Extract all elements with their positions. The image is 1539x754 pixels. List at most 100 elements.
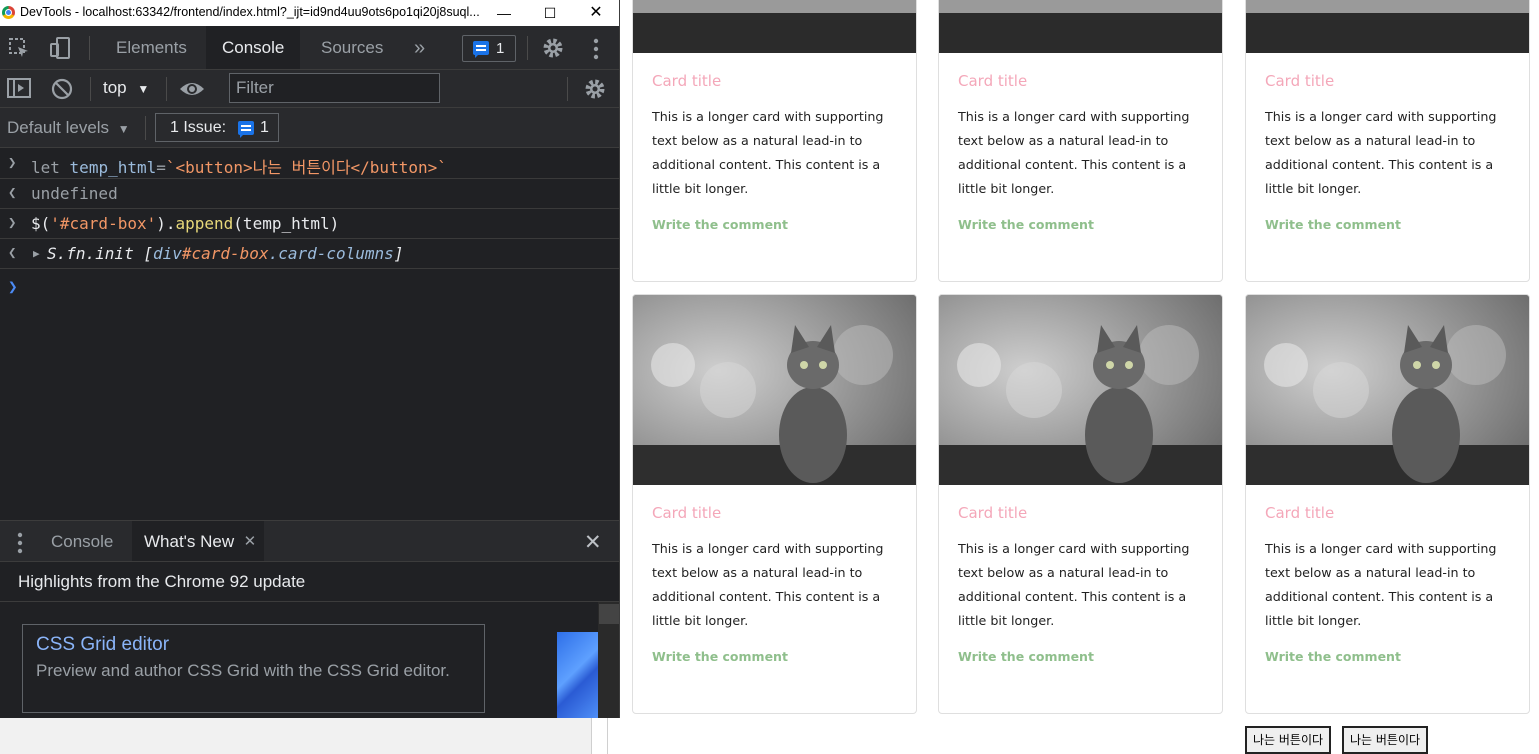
write-comment-link[interactable]: Write the comment — [1265, 217, 1510, 232]
card-text: This is a longer card with supporting te… — [958, 541, 1190, 628]
log-levels-label: Default levels — [7, 118, 110, 137]
devtools-titlebar[interactable]: DevTools - localhost:63342/frontend/inde… — [0, 0, 619, 26]
console-settings-gear-icon[interactable] — [583, 77, 607, 106]
card: Card title This is a longer card with su… — [1245, 294, 1530, 714]
levels-toolbar: Default levels ▼ 1 Issue: 1 — [0, 108, 619, 148]
context-select[interactable]: top ▼ — [103, 78, 149, 98]
card-text: This is a longer card with supporting te… — [652, 541, 884, 628]
drawer-tab-console[interactable]: Console — [39, 521, 125, 561]
issues-count: 1 — [496, 40, 505, 57]
code-operator: = — [156, 158, 166, 177]
card-text: This is a longer card with supporting te… — [1265, 541, 1497, 628]
console-result-line[interactable]: ❮ ▶ S.fn.init [div#card-box.card-columns… — [0, 239, 619, 269]
message-icon — [473, 41, 489, 58]
write-comment-link[interactable]: Write the comment — [652, 217, 897, 232]
card-image-cat — [633, 0, 916, 53]
card: Card title This is a longer card with su… — [1245, 0, 1530, 282]
console-toolbar: top ▼ — [0, 70, 619, 108]
card-title: Card title — [652, 504, 722, 522]
card-image-cat — [1246, 0, 1529, 53]
maximize-button[interactable]: ☐ — [527, 0, 573, 26]
code-string: '#card-box' — [50, 214, 157, 233]
code-variable: temp_html — [69, 158, 157, 177]
write-comment-link[interactable]: Write the comment — [652, 649, 897, 664]
tab-elements[interactable]: Elements — [100, 26, 203, 69]
chevron-down-icon: ▼ — [137, 82, 150, 96]
device-toolbar-icon[interactable] — [48, 36, 72, 65]
filter-input[interactable] — [229, 73, 440, 103]
console-output[interactable]: ❯ let temp_html=`<button>나는 버튼이다</button… — [0, 149, 619, 520]
devtools-window: DevTools - localhost:63342/frontend/inde… — [0, 0, 620, 718]
close-tab-icon[interactable]: ✕ — [244, 521, 257, 563]
drawer-menu-icon[interactable] — [17, 532, 23, 559]
tab-console[interactable]: Console — [206, 26, 301, 69]
card-text: This is a longer card with supporting te… — [652, 109, 884, 196]
toolbar-divider — [166, 77, 167, 101]
page-divider — [607, 718, 608, 754]
card-image-cat — [939, 0, 1222, 53]
issues-button[interactable]: 1 Issue: 1 — [155, 113, 279, 142]
drawer-tab-label: What's New — [144, 532, 235, 551]
context-value: top — [103, 78, 127, 97]
object-tag: div — [152, 244, 182, 263]
console-prompt-icon[interactable]: ❯ — [8, 277, 18, 296]
main-toolbar: Elements Console Sources » 1 — [0, 26, 619, 70]
drawer-tab-whats-new[interactable]: What's New ✕ — [132, 521, 265, 563]
scrollbar-thumb[interactable] — [599, 604, 619, 624]
object-class: .card-columns — [268, 244, 394, 263]
card-title: Card title — [1265, 72, 1335, 90]
issues-button-label: 1 Issue: — [170, 119, 227, 136]
card-text: This is a longer card with supporting te… — [1265, 109, 1497, 196]
toolbar-divider — [567, 77, 568, 101]
return-arrow-icon: ❮ — [8, 245, 17, 261]
appended-button[interactable]: 나는 버튼이다 — [1245, 726, 1332, 754]
chevron-down-icon: ▼ — [117, 122, 130, 136]
settings-gear-icon[interactable] — [541, 36, 565, 65]
toolbar-divider — [527, 36, 528, 60]
console-result-line: ❮ undefined — [0, 179, 619, 209]
write-comment-link[interactable]: Write the comment — [958, 649, 1203, 664]
write-comment-link[interactable]: Write the comment — [1265, 649, 1510, 664]
card-image-cat — [633, 295, 916, 485]
scrollbar[interactable] — [598, 602, 619, 718]
feature-description: Preview and author CSS Grid with the CSS… — [36, 661, 450, 680]
appended-button[interactable]: 나는 버튼이다 — [1342, 726, 1429, 754]
tab-sources[interactable]: Sources — [305, 26, 399, 69]
sidebar-toggle-icon[interactable] — [7, 78, 31, 103]
live-expression-eye-icon[interactable] — [179, 78, 205, 105]
card: Card title This is a longer card with su… — [632, 0, 917, 282]
drawer-tabbar: Console What's New ✕ ✕ — [0, 520, 619, 563]
feature-thumbnail — [557, 632, 598, 718]
code-method: append — [175, 214, 234, 233]
message-icon — [238, 121, 254, 138]
more-options-icon[interactable] — [593, 38, 599, 65]
result-value: undefined — [31, 184, 118, 203]
page-left-strip — [0, 718, 592, 754]
code-keyword: let — [31, 158, 60, 177]
toolbar-divider — [90, 77, 91, 101]
chrome-logo-icon — [2, 6, 15, 19]
inspect-element-icon[interactable] — [8, 37, 30, 64]
expand-triangle-icon[interactable]: ▶ — [33, 247, 40, 260]
more-tabs-button[interactable]: » — [398, 26, 441, 69]
window-title: DevTools - localhost:63342/frontend/inde… — [20, 5, 480, 19]
object-suffix: ] — [393, 244, 404, 263]
issues-button-count: 1 — [260, 119, 269, 136]
write-comment-link[interactable]: Write the comment — [958, 217, 1203, 232]
clear-console-icon[interactable] — [51, 78, 73, 105]
close-window-button[interactable]: ✕ — [573, 0, 619, 26]
code-args: (temp_html) — [233, 214, 340, 233]
object-prefix: S.fn.init [ — [47, 244, 153, 263]
log-levels-select[interactable]: Default levels ▼ — [7, 118, 130, 138]
object-id: #card-box — [181, 244, 269, 263]
card-image-cat — [939, 295, 1222, 485]
feature-card[interactable]: CSS Grid editor Preview and author CSS G… — [22, 624, 485, 713]
chevron-right-icon: ❯ — [8, 155, 17, 171]
feature-title[interactable]: CSS Grid editor — [36, 634, 471, 656]
toolbar-divider — [145, 116, 146, 140]
console-input-line: ❯ $('#card-box').append(temp_html) — [0, 209, 619, 239]
close-drawer-icon[interactable]: ✕ — [584, 530, 602, 555]
card: Card title This is a longer card with su… — [632, 294, 917, 714]
minimize-button[interactable]: — — [481, 0, 527, 26]
issues-badge[interactable]: 1 — [462, 35, 516, 62]
